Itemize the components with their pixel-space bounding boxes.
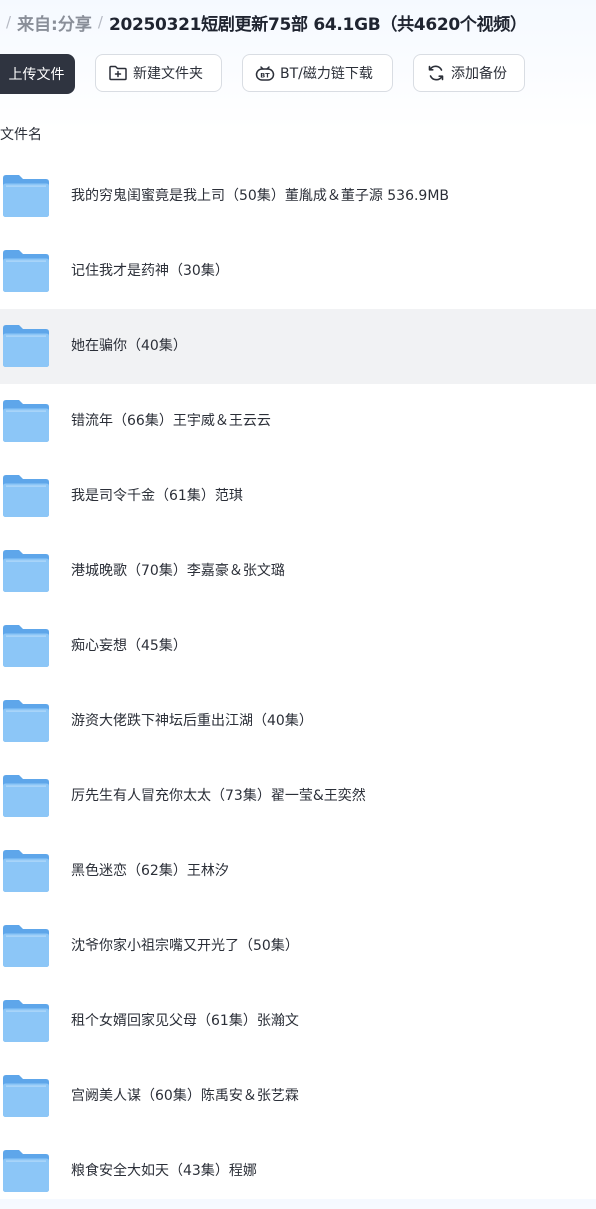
folder-icon: [3, 400, 49, 442]
breadcrumb-current-folder: 20250321短剧更新75部 64.1GB（共4620个视频）: [108, 14, 527, 35]
folder-icon: [3, 700, 49, 742]
upload-file-button[interactable]: 上传文件: [0, 54, 75, 94]
folder-icon: [3, 925, 49, 967]
file-row[interactable]: 错流年（66集）王宇威＆王云云: [0, 384, 596, 459]
file-name: 记住我才是药神（30集）: [71, 263, 229, 279]
file-row[interactable]: 记住我才是药神（30集）: [0, 234, 596, 309]
file-row[interactable]: 我的穷鬼闺蜜竟是我上司（50集）董胤成＆董子源 536.9MB: [0, 159, 596, 234]
breadcrumb-source-label: 来自:: [17, 14, 58, 35]
file-row[interactable]: 粮食安全大如天（43集）程娜: [0, 1134, 596, 1209]
file-name: 租个女婿回家见父母（61集）张瀚文: [71, 1013, 299, 1029]
new-folder-button[interactable]: 新建文件夹: [95, 54, 222, 92]
file-name: 我是司令千金（61集）范琪: [71, 488, 243, 504]
file-row[interactable]: 厉先生有人冒充你太太（73集）翟一莹&王奕然: [0, 759, 596, 834]
column-header-filename[interactable]: 文件名: [0, 124, 42, 144]
file-name: 痴心妄想（45集）: [71, 638, 187, 654]
file-row[interactable]: 黑色迷恋（62集）王林汐: [0, 834, 596, 909]
breadcrumb-separator: /: [97, 13, 103, 31]
file-row[interactable]: 她在骗你（40集）: [0, 309, 596, 384]
file-row[interactable]: 痴心妄想（45集）: [0, 609, 596, 684]
add-backup-button[interactable]: 添加备份: [413, 54, 525, 92]
folder-icon: [3, 1075, 49, 1117]
file-row[interactable]: 我是司令千金（61集）范琪: [0, 459, 596, 534]
file-name: 游资大佬跌下神坛后重出江湖（40集）: [71, 713, 313, 729]
bt-magnet-download-label: BT/磁力链下载: [280, 66, 373, 82]
folder-icon: [3, 625, 49, 667]
upload-file-label: 上传文件: [8, 67, 65, 83]
bt-magnet-download-button[interactable]: BT BT/磁力链下载: [242, 54, 393, 92]
new-folder-label: 新建文件夹: [133, 66, 203, 82]
folder-icon: [3, 250, 49, 292]
file-list: 我的穷鬼闺蜜竟是我上司（50集）董胤成＆董子源 536.9MB 记住我才是药神（…: [0, 159, 596, 1209]
file-row[interactable]: 港城晚歌（70集）李嘉豪＆张文璐: [0, 534, 596, 609]
file-name: 宫阙美人谋（60集）陈禹安＆张艺霖: [71, 1088, 299, 1104]
file-row[interactable]: 宫阙美人谋（60集）陈禹安＆张艺霖: [0, 1059, 596, 1134]
file-name: 港城晚歌（70集）李嘉豪＆张文璐: [71, 563, 285, 579]
sync-icon: [426, 63, 446, 83]
file-name: 粮食安全大如天（43集）程娜: [71, 1163, 257, 1179]
file-name: 错流年（66集）王宇威＆王云云: [71, 413, 271, 429]
folder-icon: [3, 550, 49, 592]
file-row[interactable]: 租个女婿回家见父母（61集）张瀚文: [0, 984, 596, 1059]
folder-plus-icon: [108, 63, 128, 83]
folder-icon: [3, 475, 49, 517]
folder-icon: [3, 850, 49, 892]
breadcrumb: / 来自: 分享 / 20250321短剧更新75部 64.1GB（共4620个…: [0, 8, 527, 36]
file-name: 我的穷鬼闺蜜竟是我上司（50集）董胤成＆董子源 536.9MB: [71, 188, 450, 204]
breadcrumb-separator: /: [6, 13, 12, 31]
folder-icon: [3, 325, 49, 367]
folder-icon: [3, 1000, 49, 1042]
breadcrumb-share-link[interactable]: 分享: [58, 10, 92, 35]
folder-icon: [3, 175, 49, 217]
file-row[interactable]: 沈爷你家小祖宗嘴又开光了（50集）: [0, 909, 596, 984]
svg-text:BT: BT: [260, 72, 270, 80]
add-backup-label: 添加备份: [451, 66, 507, 82]
file-name: 黑色迷恋（62集）王林汐: [71, 863, 229, 879]
file-name: 她在骗你（40集）: [71, 338, 187, 354]
file-name: 厉先生有人冒充你太太（73集）翟一莹&王奕然: [71, 788, 366, 804]
bt-magnet-icon: BT: [255, 63, 275, 83]
folder-icon: [3, 1150, 49, 1192]
folder-icon: [3, 775, 49, 817]
file-name: 沈爷你家小祖宗嘴又开光了（50集）: [71, 938, 299, 954]
file-row[interactable]: 游资大佬跌下神坛后重出江湖（40集）: [0, 684, 596, 759]
